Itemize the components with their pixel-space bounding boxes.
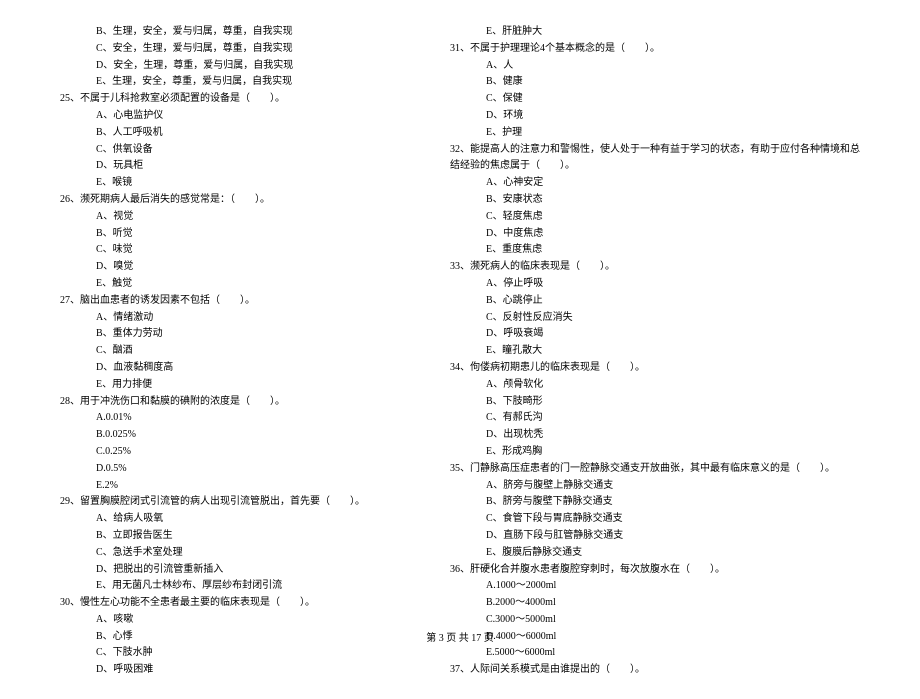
- question-35: 35、门静脉高压症患者的门一腔静脉交通支开放曲张，其中最有临床意义的是（ ）。 …: [450, 461, 860, 562]
- question-26: 26、濒死期病人最后消失的感觉常是：（ ）。 A、视觉 B、听觉 C、味觉 D、…: [60, 192, 410, 293]
- option: E.5000～6000ml: [450, 645, 860, 662]
- question-37: 37、人际间关系模式是由谁提出的（ ）。: [450, 662, 860, 679]
- option: A、咳嗽: [60, 612, 410, 629]
- option: C、反射性反应消失: [450, 310, 860, 327]
- question-33: 33、濒死病人的临床表现是（ ）。 A、停止呼吸 B、心跳停止 C、反射性反应消…: [450, 259, 860, 360]
- prev-question-tail: E、肝脏肿大: [450, 24, 860, 41]
- left-column: B、生理，安全，爱与归属，尊重，自我实现 C、安全，生理，爱与归属，尊重，自我实…: [60, 24, 410, 679]
- question-34: 34、佝偻病初期患儿的临床表现是（ ）。 A、颅骨软化 B、下肢畸形 C、有郝氏…: [450, 360, 860, 461]
- option: C、供氧设备: [60, 142, 410, 159]
- prev-question-tail: B、生理，安全，爱与归属，尊重，自我实现 C、安全，生理，爱与归属，尊重，自我实…: [60, 24, 410, 91]
- option: C、酗酒: [60, 343, 410, 360]
- option: B、人工呼吸机: [60, 125, 410, 142]
- page-body: B、生理，安全，爱与归属，尊重，自我实现 C、安全，生理，爱与归属，尊重，自我实…: [0, 0, 920, 699]
- option: E、生理，安全，尊重，爱与归属，自我实现: [60, 74, 410, 91]
- question-stem: 34、佝偻病初期患儿的临床表现是（ ）。: [450, 360, 860, 377]
- option: D、玩具柜: [60, 158, 410, 175]
- option: D、呼吸衰竭: [450, 326, 860, 343]
- option: D、出现枕秃: [450, 427, 860, 444]
- option: C、保健: [450, 91, 860, 108]
- option: E、喉镜: [60, 175, 410, 192]
- question-stem: 27、脑出血患者的诱发因素不包括（ ）。: [60, 293, 410, 310]
- option: D、呼吸困难: [60, 662, 410, 679]
- option: B、健康: [450, 74, 860, 91]
- option: A、视觉: [60, 209, 410, 226]
- option: E、用力排便: [60, 377, 410, 394]
- right-column: E、肝脏肿大 31、不属于护理理论4个基本概念的是（ ）。 A、人 B、健康 C…: [450, 24, 860, 679]
- option: E、肝脏肿大: [450, 24, 860, 41]
- option: A、心电监护仪: [60, 108, 410, 125]
- option: B.2000～4000ml: [450, 595, 860, 612]
- option: C、急送手术室处理: [60, 545, 410, 562]
- option: B、心跳停止: [450, 293, 860, 310]
- question-36: 36、肝硬化合并腹水患者腹腔穿刺时，每次放腹水在（ ）。 A.1000～2000…: [450, 562, 860, 663]
- option: B、生理，安全，爱与归属，尊重，自我实现: [60, 24, 410, 41]
- option: C、轻度焦虑: [450, 209, 860, 226]
- option: D、环境: [450, 108, 860, 125]
- option: A、心神安定: [450, 175, 860, 192]
- question-32: 32、能提高人的注意力和警惕性，使人处于一种有益于学习的状态，有助于应付各种情境…: [450, 142, 860, 260]
- option: B、立即报告医生: [60, 528, 410, 545]
- page-footer: 第 3 页 共 17 页: [0, 629, 920, 644]
- question-stem: 35、门静脉高压症患者的门一腔静脉交通支开放曲张，其中最有临床意义的是（ ）。: [450, 461, 860, 478]
- option: B、安康状态: [450, 192, 860, 209]
- option: C、有郝氏沟: [450, 410, 860, 427]
- option: C、味觉: [60, 242, 410, 259]
- question-stem-cont: 结经验的焦虑属于（ ）。: [450, 158, 860, 175]
- question-25: 25、不属于儿科抢救室必须配置的设备是（ ）。 A、心电监护仪 B、人工呼吸机 …: [60, 91, 410, 192]
- option: B、听觉: [60, 226, 410, 243]
- question-stem: 29、留置胸膜腔闭式引流管的病人出现引流管脱出，首先要（ ）。: [60, 494, 410, 511]
- option: E、腹膜后静脉交通支: [450, 545, 860, 562]
- option: B、下肢畸形: [450, 394, 860, 411]
- option: E、形成鸡胸: [450, 444, 860, 461]
- option: A、给病人吸氧: [60, 511, 410, 528]
- option: E、触觉: [60, 276, 410, 293]
- option: A.1000～2000ml: [450, 578, 860, 595]
- option: B、脐旁与腹壁下静脉交通支: [450, 494, 860, 511]
- option: A、颅骨软化: [450, 377, 860, 394]
- question-stem: 31、不属于护理理论4个基本概念的是（ ）。: [450, 41, 860, 58]
- option: A、情绪激动: [60, 310, 410, 327]
- option: E.2%: [60, 478, 410, 495]
- option: C、食管下段与胃底静脉交通支: [450, 511, 860, 528]
- question-stem: 25、不属于儿科抢救室必须配置的设备是（ ）。: [60, 91, 410, 108]
- question-stem: 30、慢性左心功能不全患者最主要的临床表现是（ ）。: [60, 595, 410, 612]
- question-stem: 26、濒死期病人最后消失的感觉常是：（ ）。: [60, 192, 410, 209]
- question-stem: 32、能提高人的注意力和警惕性，使人处于一种有益于学习的状态，有助于应付各种情境…: [450, 142, 860, 159]
- question-27: 27、脑出血患者的诱发因素不包括（ ）。 A、情绪激动 B、重体力劳动 C、酗酒…: [60, 293, 410, 394]
- question-28: 28、用于冲洗伤口和黏膜的碘附的浓度是（ ）。 A.0.01% B.0.025%…: [60, 394, 410, 495]
- option: D、直肠下段与肛管静脉交通支: [450, 528, 860, 545]
- option: A、脐旁与腹壁上静脉交通支: [450, 478, 860, 495]
- option: D、嗅觉: [60, 259, 410, 276]
- question-stem: 28、用于冲洗伤口和黏膜的碘附的浓度是（ ）。: [60, 394, 410, 411]
- option: D、血液黏稠度高: [60, 360, 410, 377]
- option: C.3000～5000ml: [450, 612, 860, 629]
- option: E、重度焦虑: [450, 242, 860, 259]
- option: B、重体力劳动: [60, 326, 410, 343]
- option: A.0.01%: [60, 410, 410, 427]
- option: E、用无菌凡士林纱布、厚层纱布封闭引流: [60, 578, 410, 595]
- option: C.0.25%: [60, 444, 410, 461]
- option: C、安全，生理，爱与归属，尊重，自我实现: [60, 41, 410, 58]
- option: E、瞳孔散大: [450, 343, 860, 360]
- question-stem: 33、濒死病人的临床表现是（ ）。: [450, 259, 860, 276]
- option: D、把脱出的引流管重新插入: [60, 562, 410, 579]
- question-stem: 37、人际间关系模式是由谁提出的（ ）。: [450, 662, 860, 679]
- option: D.0.5%: [60, 461, 410, 478]
- option: A、人: [450, 58, 860, 75]
- question-stem: 36、肝硬化合并腹水患者腹腔穿刺时，每次放腹水在（ ）。: [450, 562, 860, 579]
- option: D、安全，生理，尊重，爱与归属，自我实现: [60, 58, 410, 75]
- option: E、护理: [450, 125, 860, 142]
- question-31: 31、不属于护理理论4个基本概念的是（ ）。 A、人 B、健康 C、保健 D、环…: [450, 41, 860, 142]
- option: B.0.025%: [60, 427, 410, 444]
- question-29: 29、留置胸膜腔闭式引流管的病人出现引流管脱出，首先要（ ）。 A、给病人吸氧 …: [60, 494, 410, 595]
- option: C、下肢水肿: [60, 645, 410, 662]
- option: D、中度焦虑: [450, 226, 860, 243]
- option: A、停止呼吸: [450, 276, 860, 293]
